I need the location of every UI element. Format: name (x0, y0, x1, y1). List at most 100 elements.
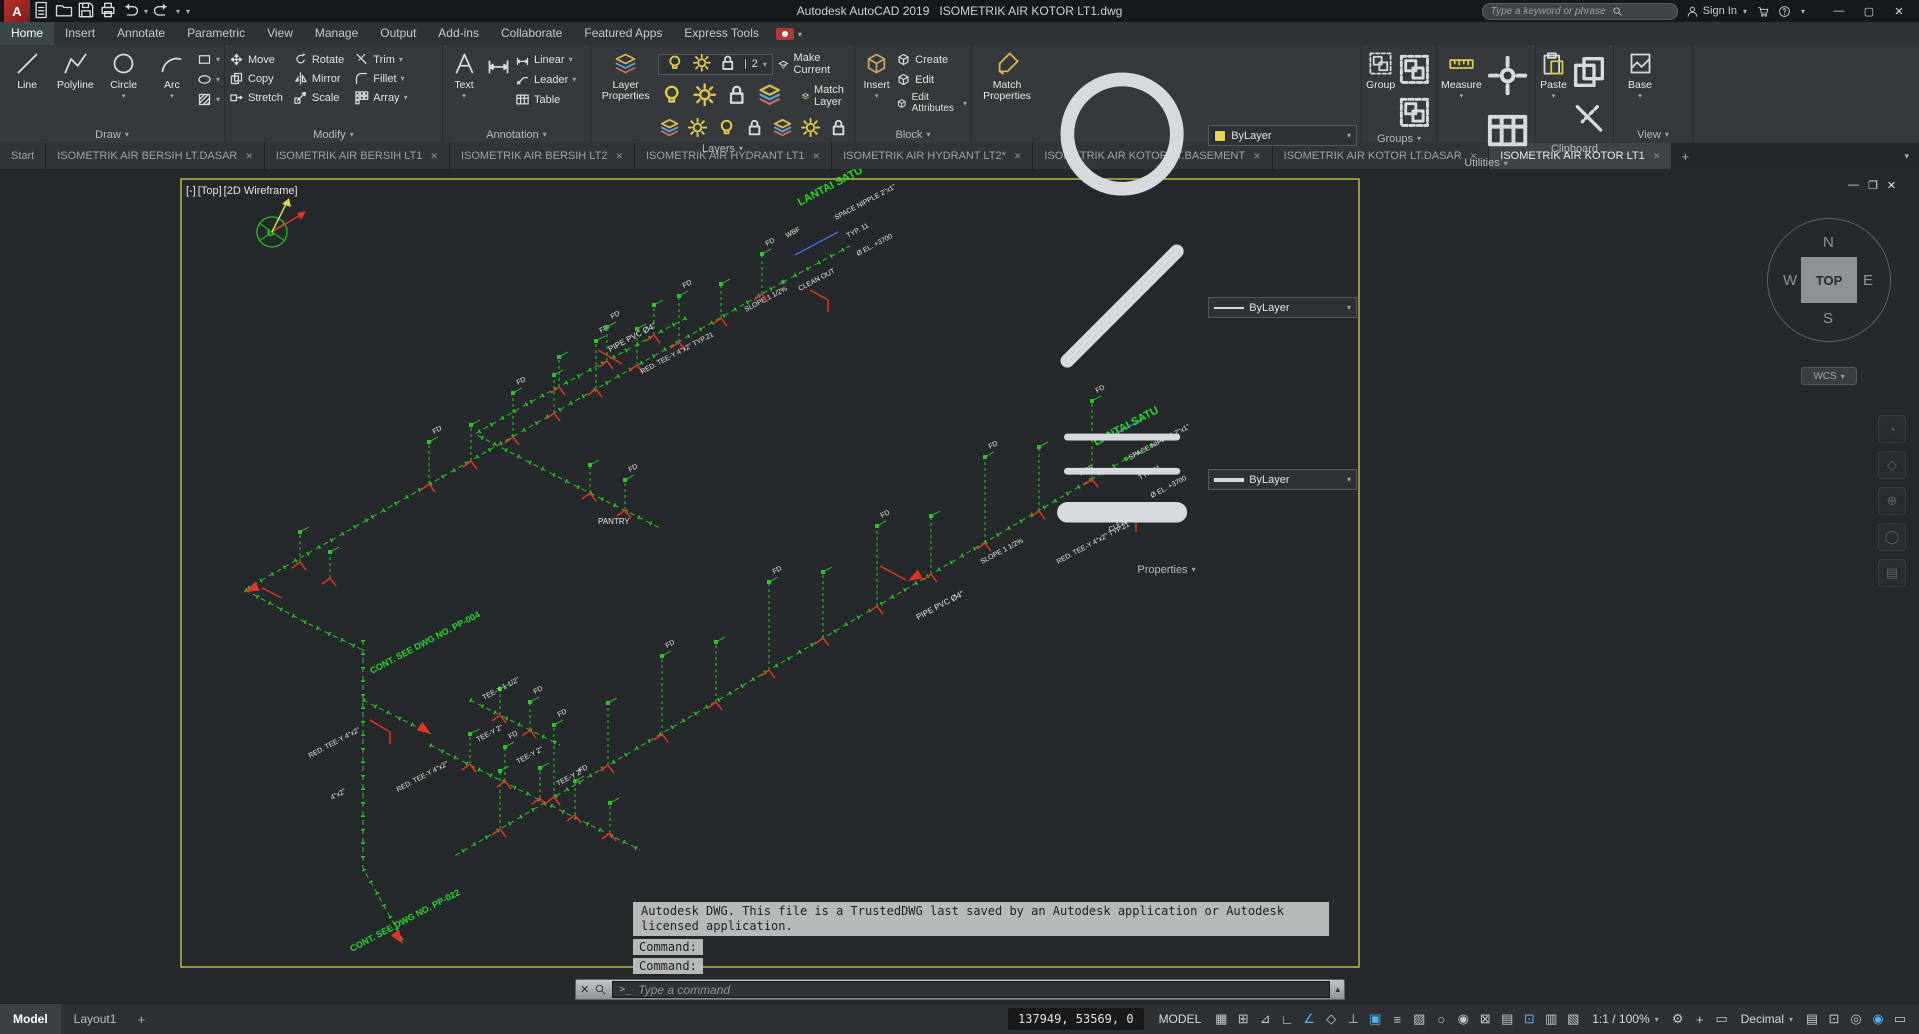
viewcube-north[interactable]: N (1823, 234, 1834, 251)
polar-tracking-icon[interactable]: ∠ (1298, 1008, 1320, 1030)
file-tab-close-icon[interactable]: ✕ (430, 151, 438, 162)
panel-label-modify[interactable]: Modify▾ (225, 126, 442, 143)
copy-button[interactable]: Copy (229, 71, 283, 86)
line-button[interactable]: Line (4, 48, 50, 91)
layer-state-icon[interactable] (658, 81, 685, 111)
sign-in-button[interactable]: Sign In ▾ (1686, 5, 1749, 18)
viewcube-west[interactable]: W (1783, 272, 1797, 289)
layer-properties-button[interactable]: Layer Properties (595, 48, 656, 102)
layer-tool-icon[interactable] (771, 116, 794, 142)
maximize-button[interactable]: ▢ (1855, 1, 1883, 21)
match-properties-button[interactable]: Match Properties (976, 48, 1038, 102)
command-line-bar[interactable]: ✕ >_ Type a command ▴ (575, 979, 1345, 1000)
undo-dropdown-icon[interactable]: ▾ (142, 7, 150, 16)
orbit-icon[interactable]: ◯ (1878, 523, 1906, 551)
cut-icon[interactable] (1569, 100, 1609, 143)
model-space-button[interactable]: MODEL (1151, 1012, 1210, 1026)
match-layer-button[interactable]: Match Layer (801, 84, 850, 108)
ribbon-tab-add-ins[interactable]: Add-ins (427, 22, 490, 45)
layer-state-icon[interactable] (723, 81, 750, 111)
insert-button[interactable]: Insert▾ (859, 48, 894, 100)
color-dropdown[interactable]: ByLayer▾ (1208, 125, 1357, 146)
dimension-button[interactable] (483, 48, 513, 77)
linetype-dropdown[interactable]: ByLayer▾ (1208, 297, 1357, 318)
panel-label-clipboard[interactable]: Clipboard (1536, 143, 1613, 155)
rectangle-button[interactable]: ▾ (197, 52, 220, 67)
scale-button[interactable]: Scale (293, 90, 344, 105)
help-caret-icon[interactable]: ▾ (1799, 7, 1807, 16)
file-tab-start[interactable]: Start (0, 143, 46, 169)
viewcube-east[interactable]: E (1863, 272, 1873, 289)
ribbon-tab-annotate[interactable]: Annotate (106, 22, 176, 45)
object-snap-tracking-icon[interactable]: ⊥ (1342, 1008, 1364, 1030)
layer-state-icon[interactable] (691, 81, 718, 111)
object-snap-icon[interactable]: ▣ (1364, 1008, 1386, 1030)
zoom-icon[interactable]: ⊕ (1878, 487, 1906, 515)
autoscale-icon[interactable]: ▧ (1562, 1008, 1584, 1030)
panel-label-groups[interactable]: Groups▾ (1362, 133, 1436, 145)
infer-constraints-icon[interactable]: ⊿ (1254, 1008, 1276, 1030)
snap-mode-icon[interactable]: ⊞ (1232, 1008, 1254, 1030)
clean-screen-icon[interactable]: ▭ (1889, 1008, 1911, 1030)
command-close-icon[interactable]: ✕ (580, 983, 589, 996)
ellipse-button[interactable]: ▾ (197, 72, 220, 87)
drawing-canvas[interactable]: FDFDFDFDFDFDFDFDFDFDFDFDFDFDFDFDLANTAI S… (0, 169, 1919, 1004)
quick-calc-icon[interactable] (1484, 107, 1531, 157)
navigation-wheel-icon[interactable]: ◔ (1878, 415, 1906, 443)
tab-overflow-icon[interactable]: ▾ (1894, 143, 1919, 169)
edit-block-button[interactable]: Edit (896, 72, 967, 87)
panel-label-draw[interactable]: Draw▾ (0, 126, 224, 143)
isodraft-icon[interactable]: ◇ (1320, 1008, 1342, 1030)
doc-close-icon[interactable]: ✕ (1887, 179, 1896, 192)
annotation-monitor-icon[interactable]: + (1689, 1008, 1711, 1030)
workspace-switching-icon[interactable]: ⚙ (1667, 1008, 1689, 1030)
rotate-button[interactable]: Rotate (293, 52, 344, 67)
units-dropdown[interactable]: Decimal▾ (1734, 1012, 1800, 1026)
dynamic-ucs-icon[interactable]: ⊠ (1474, 1008, 1496, 1030)
arc-button[interactable]: Arc▾ (149, 48, 195, 100)
command-input[interactable]: >_ Type a command (612, 981, 1330, 998)
panel-label-properties[interactable]: Properties▾ (972, 564, 1361, 576)
panel-label-annotation[interactable]: Annotation▾ (443, 126, 590, 143)
app-logo[interactable]: A (4, 0, 30, 22)
selection-filtering-icon[interactable]: ▤ (1496, 1008, 1518, 1030)
new-drawing-tab-button[interactable]: + (1672, 143, 1698, 169)
layer-tool-icon[interactable] (715, 116, 738, 142)
paste-button[interactable]: Paste▾ (1540, 48, 1567, 100)
ribbon-options-button[interactable] (776, 28, 794, 40)
minimize-button[interactable]: — (1825, 1, 1853, 21)
table-button[interactable]: Table (515, 92, 576, 107)
ribbon-tab-insert[interactable]: Insert (54, 22, 106, 45)
quick-properties-icon[interactable]: ▤ (1801, 1008, 1823, 1030)
redo-dropdown-icon[interactable]: ▾ (174, 7, 182, 16)
panel-label-view[interactable]: View▾ (1614, 126, 1692, 143)
app-store-button[interactable] (1757, 5, 1770, 18)
ribbon-tab-collaborate[interactable]: Collaborate (490, 22, 573, 45)
panel-label-layers[interactable]: Layers▾ (591, 143, 854, 155)
layer-tool-icon[interactable] (827, 116, 850, 142)
viewport-menu-control[interactable]: [-] (186, 185, 196, 197)
mirror-button[interactable]: Mirror (293, 71, 344, 86)
drawing-area[interactable]: FDFDFDFDFDFDFDFDFDFDFDFDFDFDFDFDLANTAI S… (0, 169, 1919, 1004)
gizmo-icon[interactable]: ⊡ (1518, 1008, 1540, 1030)
doc-minimize-icon[interactable]: — (1848, 179, 1859, 192)
doc-restore-icon[interactable]: ❐ (1868, 179, 1878, 192)
edit-attributes-button[interactable]: Edit Attributes▾ (896, 92, 967, 114)
copy-clip-icon[interactable] (1569, 52, 1609, 95)
viewcube-top-face[interactable]: TOP (1801, 257, 1857, 303)
3d-object-snap-icon[interactable]: ◉ (1452, 1008, 1474, 1030)
base-button[interactable]: Base▾ (1618, 48, 1662, 100)
save-icon[interactable] (76, 2, 96, 20)
showmotion-icon[interactable]: ▤ (1878, 559, 1906, 587)
ortho-icon[interactable]: ∟ (1276, 1008, 1298, 1030)
annotation-visibility-icon[interactable]: ▥ (1540, 1008, 1562, 1030)
panel-label-utilities[interactable]: Utilities▾ (1437, 157, 1535, 169)
new-layout-button[interactable]: + (129, 1012, 153, 1027)
pan-icon[interactable]: ◇ (1878, 451, 1906, 479)
command-search-icon[interactable] (594, 983, 607, 996)
help-button[interactable] (1778, 5, 1791, 18)
stretch-button[interactable]: Stretch (229, 90, 283, 105)
layer-tool-icon[interactable] (743, 116, 766, 142)
group-edit-icon[interactable] (1397, 95, 1432, 133)
linear-button[interactable]: Linear▾ (515, 52, 576, 67)
